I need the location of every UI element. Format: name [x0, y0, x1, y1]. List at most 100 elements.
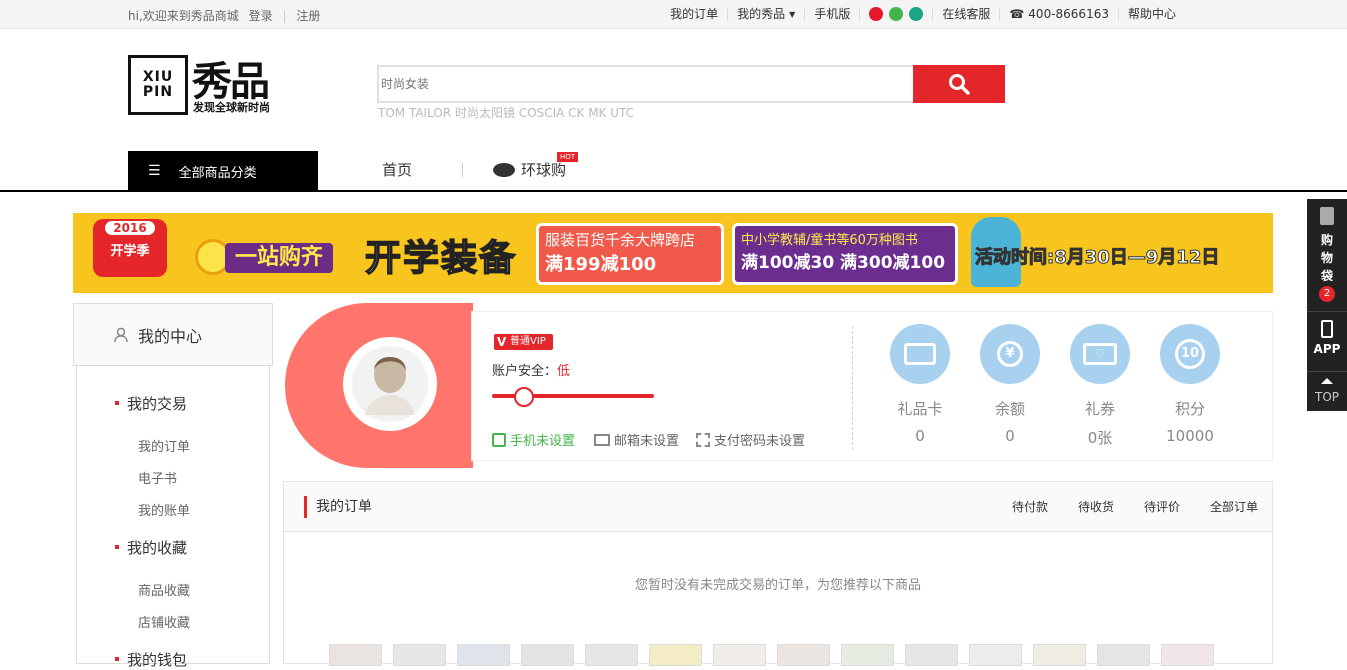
asset-value: 0 [915, 427, 925, 445]
orders-header: 我的订单 待付款 待收货 待评价 全部订单 [284, 482, 1272, 532]
email-setting[interactable]: 邮箱未设置 [594, 430, 679, 449]
tab-pending-payment[interactable]: 待付款 [1012, 498, 1048, 515]
tab-pending-review[interactable]: 待评价 [1144, 498, 1180, 515]
banner-promo-1: 服装百货千余大牌跨店 满199减100 [536, 223, 724, 285]
asset-coupon[interactable]: ♡ 礼券 0张 [1065, 324, 1135, 448]
profile-info: V 普通VIP 账户安全：低 手机未设置 邮箱未设置 支付密码未设置 礼品卡 0 … [471, 311, 1273, 461]
site-logo[interactable]: XIU PIN 秀品 发现全球新时尚 [128, 55, 278, 119]
shopping-bag-icon[interactable] [1320, 207, 1334, 225]
search-input[interactable] [377, 65, 913, 103]
asset-label: 礼品卡 [897, 400, 943, 418]
banner-season: 开学季 [110, 244, 150, 259]
app-button[interactable]: APP [1307, 342, 1347, 356]
empty-orders-message: 您暂时没有未完成交易的订单，为您推荐以下商品 [634, 578, 921, 593]
product-thumbnail[interactable] [1033, 644, 1086, 666]
my-xiupin-label: 我的秀品 [737, 6, 786, 21]
promo2-line1: 中小学教辅/童书等60万种图书 [741, 233, 918, 248]
nav-global[interactable]: 环球购 [521, 159, 566, 180]
service-label: 在线客服 [942, 6, 991, 21]
promo-banner[interactable]: 2016 开学季 一站购齐 开学装备 服装百货千余大牌跨店 满199减100 中… [73, 213, 1273, 293]
product-thumbnail[interactable] [969, 644, 1022, 666]
product-thumbnail[interactable] [1161, 644, 1214, 666]
product-thumbnail[interactable] [649, 644, 702, 666]
product-thumbnail[interactable] [1097, 644, 1150, 666]
sad-face-icon [514, 387, 534, 407]
product-thumbnail[interactable] [521, 644, 574, 666]
sidebar-item-product-favorites[interactable]: 商品收藏 [138, 580, 190, 599]
register-link[interactable]: 注册 [296, 9, 320, 23]
asset-label: 礼券 [1084, 400, 1115, 418]
all-categories-button[interactable]: ☰ 全部商品分类 [128, 151, 318, 191]
paypwd-setting[interactable]: 支付密码未设置 [696, 430, 805, 449]
hot-keywords[interactable]: TOM TAILOR 时尚太阳镜 COSCIA CK MK UTC [378, 104, 634, 121]
sidebar-header[interactable]: 我的中心 [73, 303, 273, 366]
profile-divider [852, 326, 853, 450]
right-toolbar: 购物袋 2 APP TOP [1307, 199, 1347, 411]
toolbar-divider [1307, 371, 1347, 372]
top-bar: hi,欢迎来到秀品商城 登录 | 注册 我的订单 我的秀品 ▼ 手机版 在线客服 … [0, 0, 1347, 29]
my-orders-label: 我的订单 [670, 6, 719, 21]
nav-home[interactable]: 首页 [382, 159, 412, 180]
divider: | [282, 9, 287, 23]
promo2-line2: 满100减30 满300减100 [741, 253, 946, 273]
sidebar-item-my-orders[interactable]: 我的订单 [138, 436, 190, 455]
coupon-icon: ♡ [1070, 324, 1130, 384]
product-thumbnail[interactable] [713, 644, 766, 666]
avatar[interactable] [343, 337, 437, 431]
points-icon: 10 [1160, 324, 1220, 384]
coin-bag-icon: ¥ [980, 324, 1040, 384]
product-thumbnail[interactable] [585, 644, 638, 666]
sidebar-section-trade: 我的交易 [114, 395, 188, 413]
banner-period: 活动时间:8月30日—9月12日 [974, 247, 1220, 269]
tab-pending-receipt[interactable]: 待收货 [1078, 498, 1114, 515]
menu-icon: ☰ [148, 163, 161, 179]
wechat-icon[interactable] [889, 7, 904, 21]
asset-value: 10000 [1166, 427, 1214, 445]
cart-label[interactable]: 购物袋 [1307, 231, 1347, 285]
help-label: 帮助中心 [1127, 6, 1176, 21]
social-links [859, 7, 932, 21]
all-categories-label: 全部商品分类 [178, 165, 257, 181]
login-link[interactable]: 登录 [249, 9, 273, 23]
nav-divider [462, 162, 464, 177]
product-thumbnail[interactable] [457, 644, 510, 666]
help-center-link[interactable]: 帮助中心 [1117, 6, 1185, 21]
weibo-icon[interactable] [869, 7, 884, 21]
security-level: 低 [557, 364, 571, 379]
sidebar-section-favorites: 我的收藏 [114, 539, 188, 557]
qq-icon[interactable] [909, 7, 924, 21]
back-to-top-button[interactable]: TOP [1307, 390, 1347, 404]
logo-slogan: 发现全球新时尚 [193, 101, 270, 114]
cart-count-badge: 2 [1319, 286, 1335, 302]
tab-all-orders[interactable]: 全部订单 [1210, 498, 1258, 515]
paypwd-status: 支付密码未设置 [714, 434, 806, 449]
my-xiupin-menu[interactable]: 我的秀品 ▼ [727, 6, 804, 21]
sidebar-item-bills[interactable]: 我的账单 [138, 500, 190, 519]
product-thumbnail[interactable] [329, 644, 382, 666]
welcome-area: hi,欢迎来到秀品商城 登录 | 注册 [128, 7, 326, 24]
product-thumbnail[interactable] [393, 644, 446, 666]
product-thumbnail[interactable] [905, 644, 958, 666]
online-service-link[interactable]: 在线客服 [932, 6, 999, 21]
grid-icon [696, 432, 710, 447]
sidebar-item-ebooks[interactable]: 电子书 [138, 468, 177, 487]
product-thumbnail[interactable] [777, 644, 830, 666]
phone-setting[interactable]: 手机未设置 [492, 430, 575, 449]
sidebar-section-wallet: 我的钱包 [114, 651, 188, 669]
asset-balance[interactable]: ¥ 余额 0 [975, 324, 1045, 445]
search-button[interactable] [913, 65, 1005, 103]
asset-gift-card[interactable]: 礼品卡 0 [885, 324, 955, 445]
mobile-link[interactable]: 手机版 [804, 7, 859, 21]
arrow-up-icon [1321, 378, 1333, 384]
phone-status: 手机未设置 [510, 434, 576, 449]
asset-label: 积分 [1174, 400, 1205, 418]
order-tabs: 待付款 待收货 待评价 全部订单 [1012, 498, 1258, 515]
profile-panel: V 普通VIP 账户安全：低 手机未设置 邮箱未设置 支付密码未设置 礼品卡 0 … [285, 303, 1273, 468]
my-orders-link[interactable]: 我的订单 [661, 6, 727, 21]
security-label: 账户安全： [492, 364, 558, 379]
asset-points[interactable]: 10 积分 10000 [1155, 324, 1225, 445]
sidebar-item-shop-favorites[interactable]: 店铺收藏 [138, 612, 190, 631]
sidebar-title: 我的中心 [138, 326, 203, 346]
banner-promo-2: 中小学教辅/童书等60万种图书 满100减30 满300减100 [732, 223, 958, 285]
product-thumbnail[interactable] [841, 644, 894, 666]
